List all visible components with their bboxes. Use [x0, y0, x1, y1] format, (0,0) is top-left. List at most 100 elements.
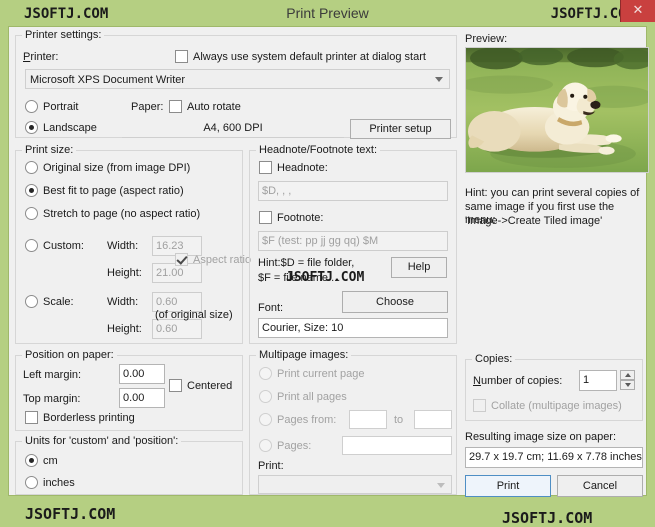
chevron-down-icon [435, 77, 443, 82]
headnote-label: Headnote: [277, 162, 328, 174]
print-size-original-radio[interactable] [25, 161, 38, 174]
printer-select[interactable]: Microsoft XPS Document Writer [25, 69, 450, 89]
custom-height-label: Height: [107, 267, 142, 279]
number-of-copies-input[interactable]: 1 [579, 370, 617, 391]
cancel-button[interactable]: Cancel [557, 475, 643, 497]
auto-rotate-checkbox[interactable] [169, 100, 182, 113]
choose-font-button[interactable]: Choose [342, 291, 448, 313]
caret-up-icon [624, 373, 631, 377]
units-legend: Units for 'custom' and 'position': [22, 435, 182, 447]
centered-checkbox[interactable] [169, 379, 182, 392]
print-preview-window: JSOFTJ.COM Print Preview JSOFTJ.COM ✕ Pr… [0, 0, 655, 527]
print-size-legend: Print size: [22, 144, 77, 156]
headnote-input[interactable]: $D, , , [258, 181, 448, 201]
units-inches-radio[interactable] [25, 476, 38, 489]
headnote-hint-line1: Hint:$D = file folder, [258, 257, 355, 269]
chevron-down-icon [437, 482, 445, 488]
orientation-portrait-radio[interactable] [25, 100, 38, 113]
watermark-bottom-left: JSOFTJ.COM [25, 505, 116, 523]
print-size-custom-radio[interactable] [25, 239, 38, 252]
footnote-input[interactable]: $F (test: pp jj gg qq) $M [258, 231, 448, 251]
pages-from-input[interactable] [349, 410, 387, 429]
top-margin-input[interactable]: 0.00 [119, 388, 165, 408]
watermark-center: JSOFTJ.COM [286, 270, 365, 285]
print-all-pages-radio[interactable] [259, 390, 272, 403]
centered-label: Centered [187, 380, 233, 392]
printer-settings-legend: Printer settings: [22, 29, 105, 41]
always-default-printer-label: Always use system default printer at dia… [193, 51, 426, 63]
footnote-checkbox[interactable] [259, 211, 272, 224]
print-current-page-radio[interactable] [259, 367, 272, 380]
caret-down-icon [624, 383, 631, 387]
preview-image-frame [465, 47, 649, 173]
print-button[interactable]: Print [465, 475, 551, 497]
preview-label: Preview: [465, 33, 508, 45]
resulting-size-label: Resulting image size on paper: [465, 431, 617, 443]
headnote-checkbox[interactable] [259, 161, 272, 174]
top-margin-label: Top margin: [23, 393, 81, 405]
copies-increment-button[interactable] [620, 370, 635, 380]
paper-label: Paper: [131, 101, 164, 113]
print-mode-select[interactable] [258, 475, 452, 494]
print-size-scale-radio[interactable] [25, 295, 38, 308]
pages-from-radio[interactable] [259, 413, 272, 426]
aspect-ratio-label: Aspect ratio [193, 254, 252, 266]
tiled-image-hint-line1: Hint: you can print several copies of [465, 187, 640, 199]
position-legend: Position on paper: [22, 349, 117, 361]
number-of-copies-label: Number of copies: [473, 375, 563, 387]
paper-value: A4, 600 DPI [122, 119, 344, 138]
print-size-best-fit-radio[interactable] [25, 184, 38, 197]
print-size-original-label: Original size (from image DPI) [43, 162, 191, 174]
custom-height-input[interactable]: 21.00 [152, 263, 202, 283]
close-button[interactable]: ✕ [620, 0, 655, 22]
footnote-label: Footnote: [277, 212, 324, 224]
close-icon: ✕ [632, 2, 644, 17]
custom-width-label: Width: [107, 240, 139, 252]
watermark-bottom-right: JSOFTJ.COM [502, 509, 593, 527]
pages-to-input[interactable] [414, 410, 452, 429]
help-button[interactable]: Help [391, 257, 447, 278]
scale-width-label: Width: [107, 296, 139, 308]
print-size-stretch-label: Stretch to page (no aspect ratio) [43, 208, 201, 220]
aspect-ratio-checkbox[interactable] [175, 253, 188, 266]
print-size-custom-label: Custom: [43, 240, 84, 252]
headnote-footnote-legend: Headnote/Footnote text: [256, 144, 381, 156]
left-margin-input[interactable]: 0.00 [119, 364, 165, 384]
of-original-size-label: (of original size) [155, 309, 233, 321]
print-mode-label: Print: [258, 460, 284, 472]
pages-input[interactable] [342, 436, 452, 455]
scale-height-input[interactable]: 0.60 [152, 319, 202, 339]
pages-to-label: to [394, 414, 404, 426]
collate-label: Collate (multipage images) [491, 400, 622, 412]
print-size-scale-label: Scale: [43, 296, 74, 308]
units-cm-label: cm [43, 455, 58, 467]
copies-decrement-button[interactable] [620, 380, 635, 390]
copies-spinner[interactable] [620, 370, 635, 390]
borderless-printing-label: Borderless printing [43, 412, 135, 424]
units-inches-label: inches [43, 477, 75, 489]
labrador-photo-icon [466, 48, 648, 172]
always-default-printer-checkbox[interactable] [175, 50, 188, 63]
collate-checkbox[interactable] [473, 399, 486, 412]
print-size-stretch-radio[interactable] [25, 207, 38, 220]
pages-label: Pages: [277, 440, 312, 452]
font-label: Font: [258, 302, 284, 314]
orientation-landscape-label: Landscape [43, 122, 97, 134]
printer-select-value: Microsoft XPS Document Writer [30, 74, 186, 86]
pages-radio[interactable] [259, 439, 272, 452]
title-bar: JSOFTJ.COM Print Preview JSOFTJ.COM ✕ [0, 0, 655, 26]
pages-from-label: Pages from: [277, 414, 337, 426]
dialog-client-area: Printer settings: Printer: Always use sy… [8, 26, 649, 527]
printer-setup-button[interactable]: Printer setup [350, 119, 451, 139]
orientation-portrait-label: Portrait [43, 101, 79, 113]
orientation-landscape-radio[interactable] [25, 121, 38, 134]
borderless-printing-checkbox[interactable] [25, 411, 38, 424]
font-value: Courier, Size: 10 [258, 318, 448, 338]
preview-photo [466, 48, 648, 172]
auto-rotate-label: Auto rotate [187, 101, 241, 113]
left-margin-label: Left margin: [23, 369, 82, 381]
units-cm-radio[interactable] [25, 454, 38, 467]
copies-legend: Copies: [472, 353, 516, 365]
tiled-image-hint-line3: 'Image->Create Tiled image' [465, 215, 603, 227]
print-size-best-fit-label: Best fit to page (aspect ratio) [43, 185, 184, 197]
